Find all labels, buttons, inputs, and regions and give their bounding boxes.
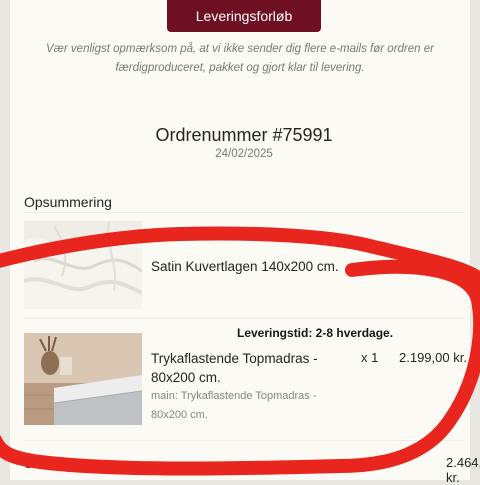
divider: [24, 318, 464, 319]
item-quantity: x 1: [361, 258, 379, 273]
item-name: Satin Kuvertlagen 140x200 cm.: [151, 259, 339, 274]
item-quantity: x 1: [361, 350, 379, 365]
item-price: 2.199,00 kr.: [399, 350, 467, 365]
item-name: Trykaflastende Topmadras - 80x200 cm.: [151, 351, 318, 385]
delivery-tracking-button[interactable]: Leveringsforløb: [167, 0, 321, 32]
item-price: 265,00 kr.: [410, 258, 468, 273]
subtotal-value: 2.464,00 kr.: [446, 455, 480, 485]
order-number: Ordrenummer #75991: [155, 125, 333, 145]
subtotal-label: Subtotal: [24, 455, 76, 471]
summary-heading: Opsummering: [24, 194, 112, 210]
delivery-time-note: Leveringstid: 2-8 hverdage.: [237, 326, 394, 340]
mattress-photo-icon: [24, 333, 142, 425]
divider: [24, 440, 464, 441]
divider: [24, 212, 464, 213]
order-date: 24/02/2025: [215, 148, 273, 160]
item-variant: main: Trykaflastende Topmadras - 80x200 …: [151, 390, 317, 421]
bedsheet-photo-icon: [24, 221, 142, 309]
email-notice-text: Vær venligst opmærksom på, at vi ikke se…: [46, 43, 434, 74]
